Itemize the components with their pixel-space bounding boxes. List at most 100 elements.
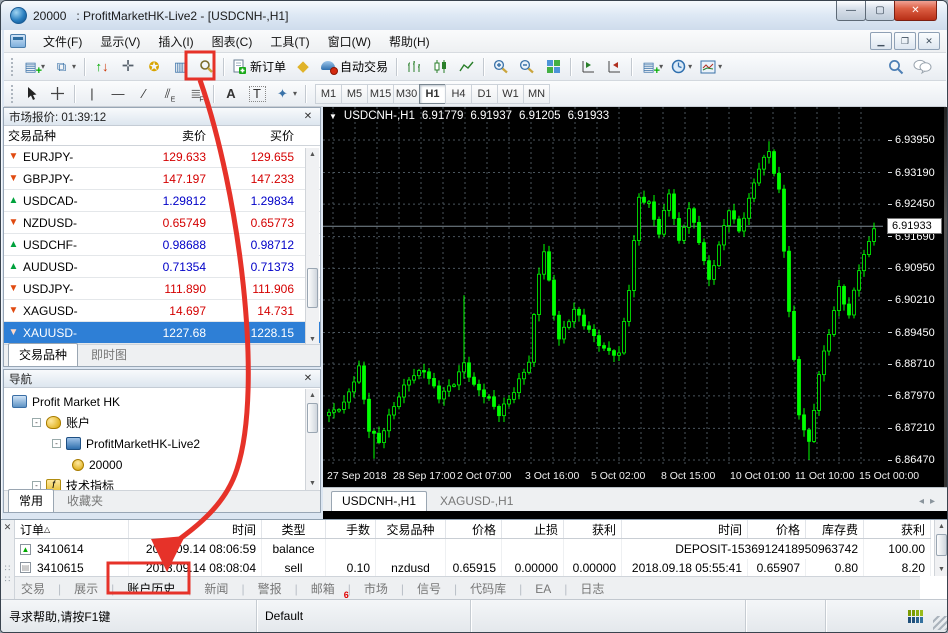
- market-watch-row[interactable]: ▲USDCAD-1.298121.29834: [4, 190, 320, 212]
- column-buy[interactable]: 买价: [212, 127, 300, 144]
- chart-dropdown-icon[interactable]: ▼: [329, 112, 337, 121]
- terminal-column-2[interactable]: 类型: [262, 520, 326, 538]
- terminal-row-0[interactable]: ▲34106142018.09.14 08:06:59balanceDEPOSI…: [15, 539, 931, 559]
- chart-shift-button[interactable]: [576, 56, 600, 78]
- terminal-scrollbar[interactable]: ▲ ▼: [934, 520, 948, 576]
- new-chart-button[interactable]: ▤▾: [19, 56, 48, 78]
- terminal-tab-1[interactable]: 展示: [68, 580, 104, 597]
- new-order-button[interactable]: 新订单: [229, 56, 289, 78]
- terminal-column-3[interactable]: 手数: [326, 520, 376, 538]
- chat-button[interactable]: [910, 56, 935, 78]
- navigator-item-1[interactable]: -账户: [8, 412, 320, 433]
- terminal-tab-3[interactable]: 新闻: [198, 580, 234, 597]
- navigator-scrollbar[interactable]: ▲ ▼: [305, 389, 319, 490]
- mdi-close-button[interactable]: ✕: [918, 32, 940, 50]
- mdi-minimize-button[interactable]: ▁: [870, 32, 892, 50]
- terminal-column-11[interactable]: 获利: [864, 520, 931, 538]
- terminal-column-6[interactable]: 止损: [502, 520, 564, 538]
- timeframe-d1[interactable]: D1: [471, 84, 498, 104]
- terminal-close-icon[interactable]: ✕: [1, 522, 14, 533]
- tile-windows-button[interactable]: [541, 56, 565, 78]
- terminal-toggle[interactable]: ▥: [168, 56, 192, 78]
- timeframe-h4[interactable]: H4: [445, 84, 472, 104]
- channel-button[interactable]: ⫽E: [158, 83, 182, 105]
- navigator-caption[interactable]: 导航 ✕: [4, 370, 320, 388]
- navigator-toggle[interactable]: ✪: [142, 56, 166, 78]
- minimize-button[interactable]: —: [836, 1, 866, 21]
- maximize-button[interactable]: ▢: [865, 1, 895, 21]
- zoom-in-button[interactable]: [489, 56, 513, 78]
- terminal-tab-0[interactable]: 交易: [15, 580, 51, 597]
- timeframe-m1[interactable]: M1: [315, 84, 342, 104]
- arrows-button[interactable]: ✦▾: [271, 83, 300, 105]
- menu-item-4[interactable]: 工具(T): [261, 30, 318, 53]
- status-profile[interactable]: Default: [265, 609, 303, 623]
- market-watch-close-icon[interactable]: ✕: [301, 111, 315, 122]
- text-label-button[interactable]: T: [245, 83, 269, 105]
- column-symbol[interactable]: 交易品种: [4, 127, 112, 144]
- chart-tab-xagusdh1[interactable]: XAGUSD-,H1: [429, 491, 524, 511]
- menu-item-6[interactable]: 帮助(H): [380, 30, 439, 53]
- terminal-tab-2[interactable]: 账户历史: [121, 580, 181, 597]
- terminal-column-5[interactable]: 价格: [446, 520, 502, 538]
- market-watch-row[interactable]: ▲AUDUSD-0.713540.71373: [4, 256, 320, 278]
- navigator-close-icon[interactable]: ✕: [301, 373, 315, 384]
- profiles-button[interactable]: ⧉▾: [50, 56, 79, 78]
- timeframe-m5[interactable]: M5: [341, 84, 368, 104]
- timeframe-h1[interactable]: H1: [419, 84, 446, 104]
- navigator-item-0[interactable]: Profit Market HK: [8, 391, 320, 412]
- chart-tab-scroll-icons[interactable]: ◂▸: [919, 496, 941, 507]
- market-watch-row[interactable]: ▲USDCHF-0.986880.98712: [4, 234, 320, 256]
- terminal-tab-7[interactable]: 信号: [411, 580, 447, 597]
- market-watch-scrollbar[interactable]: ▲ ▼: [305, 148, 319, 346]
- vline-button[interactable]: |: [80, 83, 104, 105]
- text-button[interactable]: A: [219, 83, 243, 105]
- timeframe-m15[interactable]: M15: [367, 84, 394, 104]
- terminal-column-1[interactable]: 时间: [129, 520, 262, 538]
- terminal-tab-4[interactable]: 警报: [252, 580, 288, 597]
- terminal-tab-5[interactable]: 邮箱6: [305, 580, 341, 597]
- market-watch-row[interactable]: ▼XAGUSD-14.69714.731: [4, 300, 320, 322]
- terminal-column-4[interactable]: 交易品种: [376, 520, 446, 538]
- fibonacci-button[interactable]: ≣F: [184, 83, 208, 105]
- tab-tick-chart[interactable]: 即时图: [80, 343, 138, 366]
- timeframe-m30[interactable]: M30: [393, 84, 420, 104]
- timeframe-w1[interactable]: W1: [497, 84, 524, 104]
- terminal-tab-9[interactable]: EA: [529, 582, 557, 596]
- title-bar[interactable]: 20000 : ProfitMarketHK-Live2 - [USDCNH-,…: [1, 1, 948, 30]
- search-button[interactable]: [884, 56, 908, 78]
- metaeditor-button[interactable]: ◆: [291, 56, 315, 78]
- navigator-item-3[interactable]: 20000: [8, 454, 320, 475]
- chart-plot-area[interactable]: ▼ USDCNH-,H1 6.91779 6.91937 6.91205 6.9…: [323, 107, 883, 465]
- tree-expander-icon[interactable]: -: [32, 418, 41, 427]
- cursor-button[interactable]: [19, 83, 43, 105]
- hline-button[interactable]: —: [106, 83, 130, 105]
- indicators-button[interactable]: ▤▾: [637, 56, 666, 78]
- toolbar-grip-2[interactable]: [11, 85, 15, 103]
- data-window-toggle[interactable]: ✛: [116, 56, 140, 78]
- terminal-column-7[interactable]: 获利: [564, 520, 622, 538]
- menu-item-5[interactable]: 窗口(W): [319, 30, 380, 53]
- column-sell[interactable]: 卖价: [112, 127, 212, 144]
- autotrading-button[interactable]: 自动交易: [317, 56, 391, 78]
- navigator-item-2[interactable]: -ProfitMarketHK-Live2: [8, 433, 320, 454]
- terminal-column-9[interactable]: 价格: [748, 520, 806, 538]
- mdi-restore-button[interactable]: ❐: [894, 32, 916, 50]
- trendline-button[interactable]: ∕: [132, 83, 156, 105]
- menu-item-2[interactable]: 插入(I): [149, 30, 202, 53]
- menu-item-3[interactable]: 图表(C): [203, 30, 262, 53]
- terminal-tab-8[interactable]: 代码库: [464, 580, 512, 597]
- terminal-grip[interactable]: ∷∷: [1, 563, 14, 585]
- terminal-column-0[interactable]: 订单 △: [15, 520, 129, 538]
- toolbar-grip[interactable]: [11, 58, 15, 76]
- line-chart-button[interactable]: [454, 56, 478, 78]
- close-button[interactable]: ✕: [894, 1, 937, 21]
- tab-common[interactable]: 常用: [8, 489, 54, 512]
- crosshair-button[interactable]: [45, 83, 69, 105]
- market-watch-caption[interactable]: 市场报价: 01:39:12 ✕: [4, 108, 320, 126]
- menu-item-1[interactable]: 显示(V): [91, 30, 149, 53]
- terminal-column-10[interactable]: 库存费: [806, 520, 864, 538]
- terminal-row-1[interactable]: ▤34106152018.09.14 08:08:04sell0.10nzdus…: [15, 559, 931, 576]
- market-watch-toggle[interactable]: ↑↓: [90, 56, 114, 78]
- terminal-column-8[interactable]: 时间: [622, 520, 748, 538]
